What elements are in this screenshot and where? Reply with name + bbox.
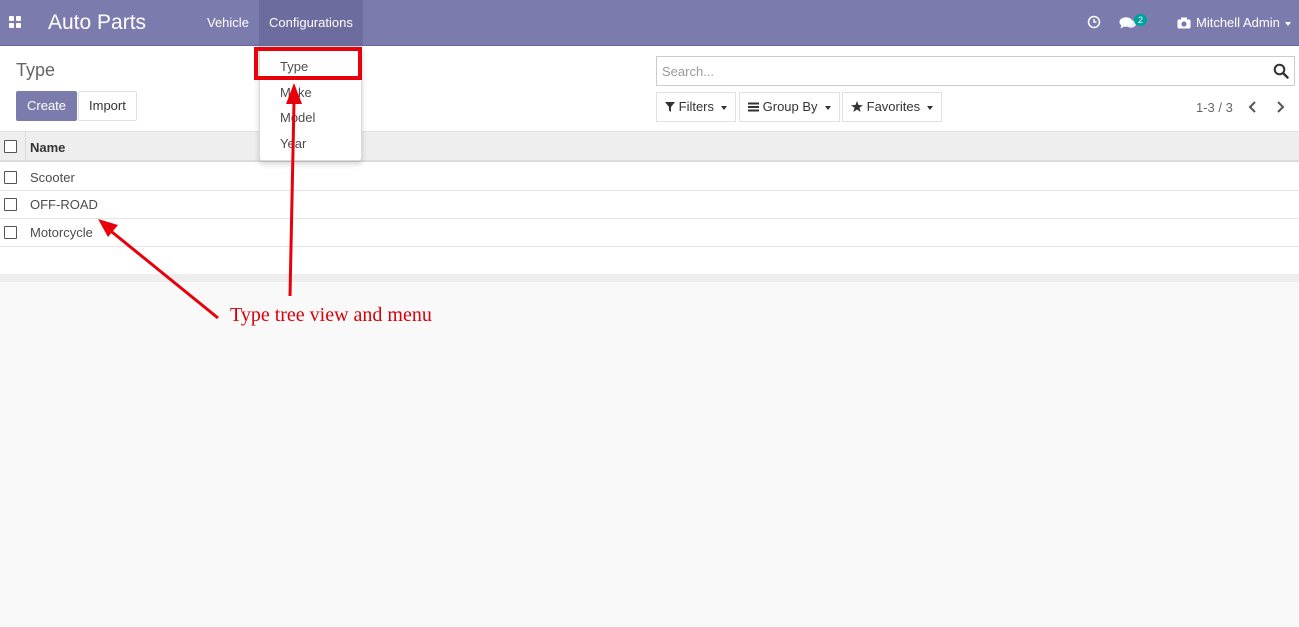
- search-icon[interactable]: [1273, 63, 1289, 79]
- user-name: Mitchell Admin: [1196, 15, 1280, 30]
- table-header: Name: [0, 132, 1299, 162]
- search-bar: [656, 56, 1295, 86]
- list-view: Name Scooter OFF-ROAD Motorcycle: [0, 132, 1299, 282]
- main-navbar: Auto Parts Vehicle Configurations 2 Mitc…: [0, 0, 1299, 46]
- chevron-right-icon[interactable]: [1272, 98, 1288, 116]
- groupby-label: Group By: [762, 99, 818, 114]
- user-menu[interactable]: Mitchell Admin: [1196, 0, 1291, 46]
- dropdown-item-make[interactable]: Make: [280, 85, 312, 100]
- row-name: Scooter: [30, 170, 75, 185]
- chevron-left-icon[interactable]: [1245, 98, 1261, 116]
- table-row[interactable]: OFF-ROAD: [0, 191, 1299, 219]
- list-icon: [748, 102, 759, 112]
- create-button[interactable]: Create: [16, 91, 78, 121]
- dropdown-item-model[interactable]: Model: [280, 110, 315, 125]
- table-row[interactable]: Scooter: [0, 164, 1299, 191]
- column-divider: [25, 132, 26, 162]
- annotation-text: Type tree view and menu: [230, 304, 432, 326]
- app-title: Auto Parts: [48, 11, 147, 34]
- apps-icon[interactable]: [9, 16, 23, 30]
- star-icon: [851, 101, 863, 112]
- import-button[interactable]: Import: [78, 91, 137, 121]
- caret-down-icon: [1284, 21, 1291, 26]
- groupby-button[interactable]: Group By: [739, 92, 840, 122]
- messages-badge: 2: [1134, 14, 1147, 26]
- clock-icon[interactable]: [1087, 15, 1101, 29]
- row-name: Motorcycle: [30, 225, 93, 240]
- favorites-button[interactable]: Favorites: [842, 92, 943, 122]
- table-row[interactable]: Motorcycle: [0, 219, 1299, 247]
- pager-value[interactable]: 1-3 / 3: [1196, 100, 1233, 115]
- search-input[interactable]: [657, 57, 1257, 85]
- row-checkbox[interactable]: [4, 226, 17, 239]
- filters-button[interactable]: Filters: [656, 92, 737, 122]
- highlight-box: [254, 47, 362, 80]
- dropdown-item-year[interactable]: Year: [280, 136, 306, 151]
- menu-configurations[interactable]: Configurations: [259, 0, 363, 46]
- camera-icon: [1177, 17, 1191, 29]
- row-name: OFF-ROAD: [30, 197, 98, 212]
- favorites-label: Favorites: [866, 99, 921, 114]
- caret-down-icon: [721, 105, 728, 110]
- breadcrumb: Type: [16, 60, 56, 80]
- filters-label: Filters: [678, 99, 715, 114]
- caret-down-icon: [824, 105, 831, 110]
- caret-down-icon: [927, 105, 934, 110]
- row-checkbox[interactable]: [4, 171, 17, 184]
- column-header-name[interactable]: Name: [30, 140, 65, 155]
- row-checkbox[interactable]: [4, 198, 17, 211]
- control-panel: Type Create Import Filters Group By Favo…: [0, 46, 1299, 132]
- select-all-checkbox[interactable]: [4, 140, 17, 153]
- menu-vehicle[interactable]: Vehicle: [197, 0, 259, 46]
- filter-icon: [665, 102, 675, 112]
